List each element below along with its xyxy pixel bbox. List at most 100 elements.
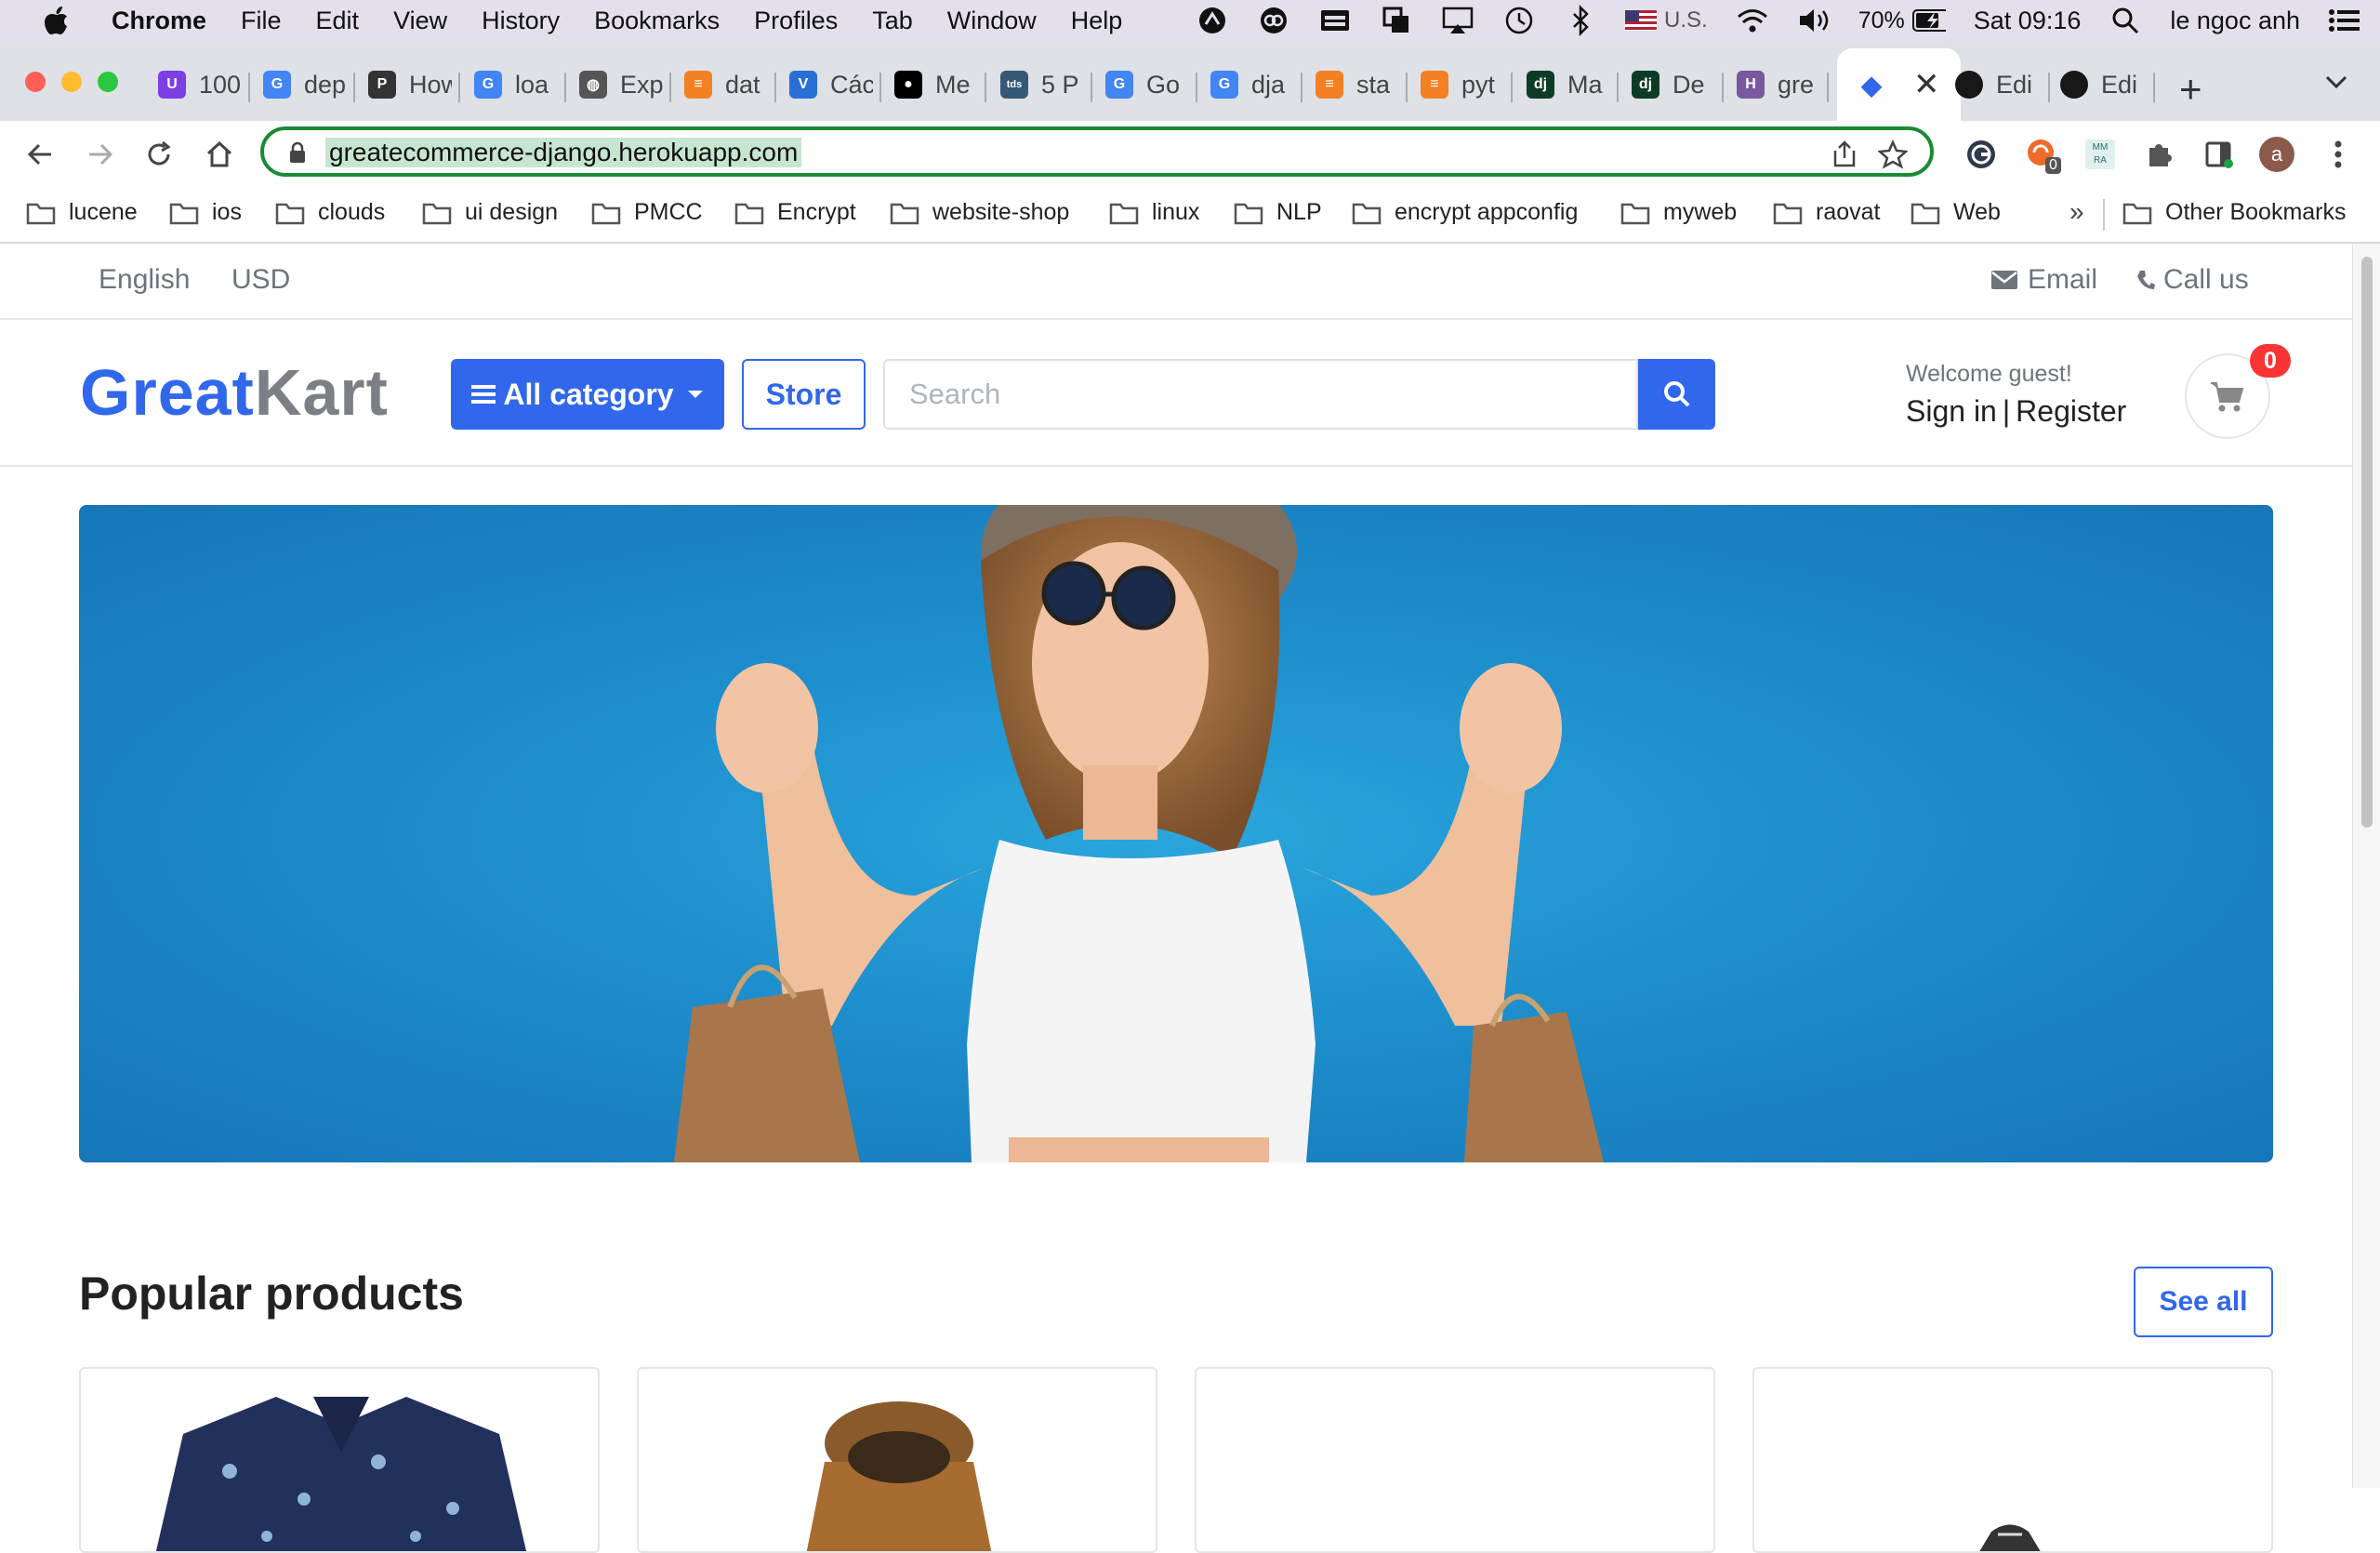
bookmarks-overflow-button[interactable]: » [2069, 197, 2084, 227]
input-source[interactable]: U.S. [1625, 7, 1708, 33]
search-field[interactable] [883, 359, 1638, 430]
browser-menu-kebab-icon[interactable] [2320, 137, 2356, 172]
product-card[interactable] [79, 1367, 600, 1553]
product-card[interactable] [637, 1367, 1157, 1553]
volume-icon[interactable] [1797, 4, 1831, 37]
browser-tab[interactable]: ≡ pyt [1421, 48, 1504, 121]
bookmark-folder[interactable]: clouds [275, 199, 385, 226]
forward-button[interactable] [84, 138, 117, 171]
tab-close-icon[interactable]: ✕ [1913, 66, 1940, 103]
menu-app-name[interactable]: Chrome [112, 7, 206, 35]
dock-status-icon[interactable] [1318, 4, 1352, 37]
product-card[interactable] [1752, 1367, 2273, 1553]
reload-button[interactable] [142, 138, 176, 171]
search-button[interactable] [1638, 359, 1715, 430]
browser-tab[interactable]: P How [368, 48, 452, 121]
browser-tab[interactable]: Edi [1955, 48, 2039, 121]
window-zoom-button[interactable] [98, 72, 118, 92]
time-machine-icon[interactable] [1502, 4, 1536, 37]
menu-help[interactable]: Help [1071, 7, 1123, 35]
menu-bookmarks[interactable]: Bookmarks [594, 7, 720, 35]
lock-icon[interactable] [288, 141, 307, 164]
spotlight-search-icon[interactable] [2109, 4, 2142, 37]
bookmark-folder[interactable]: Web [1911, 199, 2001, 226]
email-link[interactable]: Email [1990, 264, 2097, 296]
bookmark-folder[interactable]: Encrypt [734, 199, 856, 226]
profile-avatar[interactable]: a [2259, 137, 2294, 172]
browser-tab[interactable]: ≡ dat [684, 48, 768, 121]
browser-tab[interactable]: dj Ma [1527, 48, 1610, 121]
extension-ublock-icon[interactable]: 0 [2025, 137, 2061, 174]
greatkart-logo[interactable]: GreatKart [80, 355, 389, 430]
search-input[interactable] [885, 361, 1636, 428]
store-button[interactable]: Store [742, 359, 866, 430]
apple-icon[interactable] [37, 2, 74, 39]
window-minimize-button[interactable] [61, 72, 82, 92]
share-icon[interactable] [1831, 139, 1858, 169]
menu-edit[interactable]: Edit [316, 7, 360, 35]
window-close-button[interactable] [25, 72, 46, 92]
other-bookmarks-folder[interactable]: Other Bookmarks [2122, 199, 2347, 226]
browser-tab[interactable]: ◍ Exp [579, 48, 663, 121]
menu-view[interactable]: View [393, 7, 447, 35]
home-button[interactable] [203, 138, 236, 171]
browser-tab[interactable]: dj De [1632, 48, 1715, 121]
see-all-button[interactable]: See all [2134, 1267, 2273, 1337]
current-user[interactable]: le ngoc anh [2170, 7, 2300, 35]
new-tab-button[interactable]: + [2179, 67, 2202, 112]
sign-in-link[interactable]: Sign in [1906, 394, 1997, 429]
browser-tab[interactable]: V Các [789, 48, 873, 121]
browser-tab[interactable]: Hgre [1737, 48, 1820, 121]
address-bar[interactable]: greatecommerce-django.herokuapp.com [260, 126, 1934, 177]
creative-cloud-icon[interactable] [1257, 4, 1290, 37]
menu-window[interactable]: Window [947, 7, 1037, 35]
bookmark-folder[interactable]: ios [169, 199, 242, 226]
bookmark-folder[interactable]: ui design [422, 199, 558, 226]
screen-share-icon[interactable] [1380, 4, 1413, 37]
menu-history[interactable]: History [482, 7, 560, 35]
browser-tab-active[interactable]: ◆ ✕ [1837, 48, 1961, 121]
scrollbar-thumb[interactable] [2361, 257, 2373, 828]
airplay-icon[interactable] [1441, 4, 1474, 37]
battery-charging-icon[interactable] [1911, 4, 1946, 37]
extension-g-icon[interactable] [1964, 137, 1999, 172]
reading-list-icon[interactable] [2202, 137, 2237, 172]
product-card[interactable] [1195, 1367, 1715, 1553]
clock[interactable]: Sat 09:16 [1974, 7, 2082, 35]
bookmark-folder[interactable]: NLP [1234, 199, 1322, 226]
bookmark-star-icon[interactable] [1878, 139, 1908, 169]
menu-profiles[interactable]: Profiles [754, 7, 838, 35]
extensions-puzzle-icon[interactable] [2142, 137, 2177, 172]
bookmark-folder[interactable]: raovat [1773, 199, 1880, 226]
bookmark-folder[interactable]: lucene [26, 199, 138, 226]
browser-tab[interactable]: Gloa [474, 48, 558, 121]
extension-mmra-icon[interactable]: MM RA [2082, 137, 2118, 172]
bookmark-folder[interactable]: myweb [1620, 199, 1737, 226]
menu-tab[interactable]: Tab [872, 7, 913, 35]
back-button[interactable] [23, 138, 57, 171]
currency-selector[interactable]: USD [231, 264, 290, 296]
all-category-dropdown-button[interactable]: All category [451, 359, 724, 430]
browser-tab[interactable]: Edi [2060, 48, 2144, 121]
app-status-icon[interactable] [1196, 4, 1229, 37]
browser-tab[interactable]: Gdja [1210, 48, 1294, 121]
bookmark-folder[interactable]: website-shop [890, 199, 1069, 226]
menu-file[interactable]: File [241, 7, 282, 35]
bookmark-folder[interactable]: linux [1109, 199, 1199, 226]
browser-tab[interactable]: ≡ sta [1316, 48, 1399, 121]
browser-tab[interactable]: tds 5 P [1000, 48, 1084, 121]
call-us-link[interactable]: Call us [2135, 264, 2249, 296]
browser-tab[interactable]: U 100 [158, 48, 242, 121]
wifi-icon[interactable] [1736, 4, 1769, 37]
bookmark-folder[interactable]: PMCC [591, 199, 703, 226]
browser-tab[interactable]: Gdep [263, 48, 347, 121]
bluetooth-icon[interactable] [1564, 4, 1597, 37]
browser-tab[interactable]: G Go [1105, 48, 1189, 121]
tab-search-chevron-icon[interactable] [2324, 74, 2348, 89]
control-center-icon[interactable] [2328, 4, 2361, 37]
browser-tab[interactable]: ● Me [894, 48, 978, 121]
address-bar-url[interactable]: greatecommerce-django.herokuapp.com [325, 138, 802, 167]
page-scrollbar[interactable] [2352, 244, 2380, 1488]
language-selector[interactable]: English [99, 264, 190, 296]
register-link[interactable]: Register [2016, 394, 2126, 429]
